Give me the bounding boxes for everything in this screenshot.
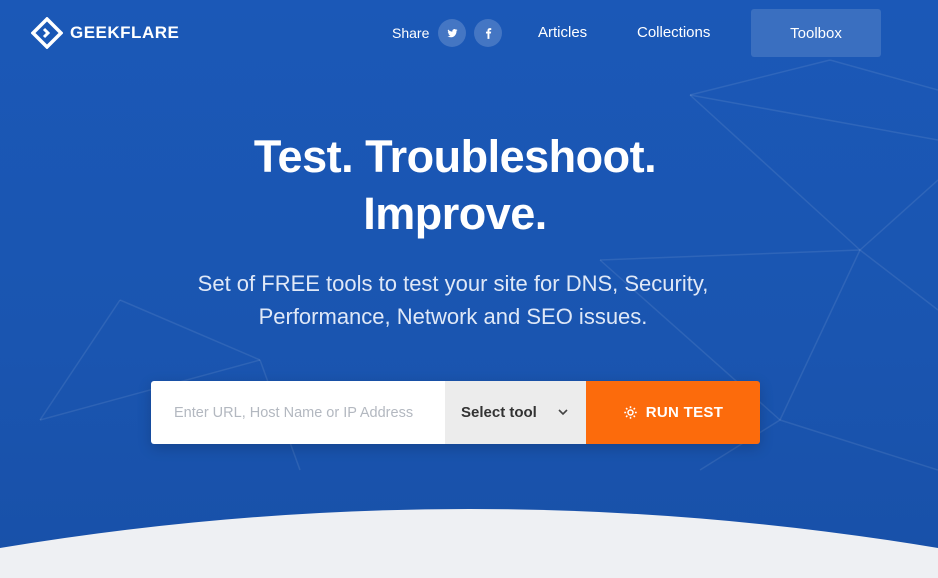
facebook-icon	[485, 27, 491, 39]
run-test-label: RUN TEST	[645, 404, 724, 421]
headline-line-2: Improve.	[363, 188, 547, 239]
share-label: Share	[392, 25, 430, 41]
subtitle-line-1: Set of FREE tools to test your site for …	[197, 271, 709, 296]
twitter-share-button[interactable]	[438, 19, 466, 47]
nav-collections[interactable]: Collections	[637, 24, 710, 41]
top-navigation: GEEKFLARE Share Articles Collections Too…	[0, 0, 938, 66]
brand-name: GEEKFLARE	[70, 23, 180, 42]
test-form: Select tool RUN TEST	[151, 381, 760, 444]
toolbox-button[interactable]: Toolbox	[751, 9, 881, 57]
twitter-icon	[446, 28, 458, 37]
subtitle-line-2: Performance, Network and SEO issues.	[258, 304, 648, 329]
tool-select-label: Select tool	[461, 404, 537, 421]
hero-subtitle: Set of FREE tools to test your site for …	[0, 267, 906, 333]
geekflare-logo-icon	[31, 17, 63, 49]
headline-line-1: Test. Troubleshoot.	[253, 131, 657, 182]
gear-icon	[624, 406, 637, 419]
brand-logo[interactable]: GEEKFLARE	[31, 17, 179, 49]
run-test-button[interactable]: RUN TEST	[586, 381, 760, 444]
hero-headline: Test. Troubleshoot. Improve.	[0, 128, 910, 242]
nav-articles[interactable]: Articles	[538, 24, 587, 41]
tool-select-dropdown[interactable]: Select tool	[445, 381, 586, 444]
url-input[interactable]	[151, 381, 445, 444]
chevron-down-icon	[558, 409, 568, 416]
facebook-share-button[interactable]	[474, 19, 502, 47]
